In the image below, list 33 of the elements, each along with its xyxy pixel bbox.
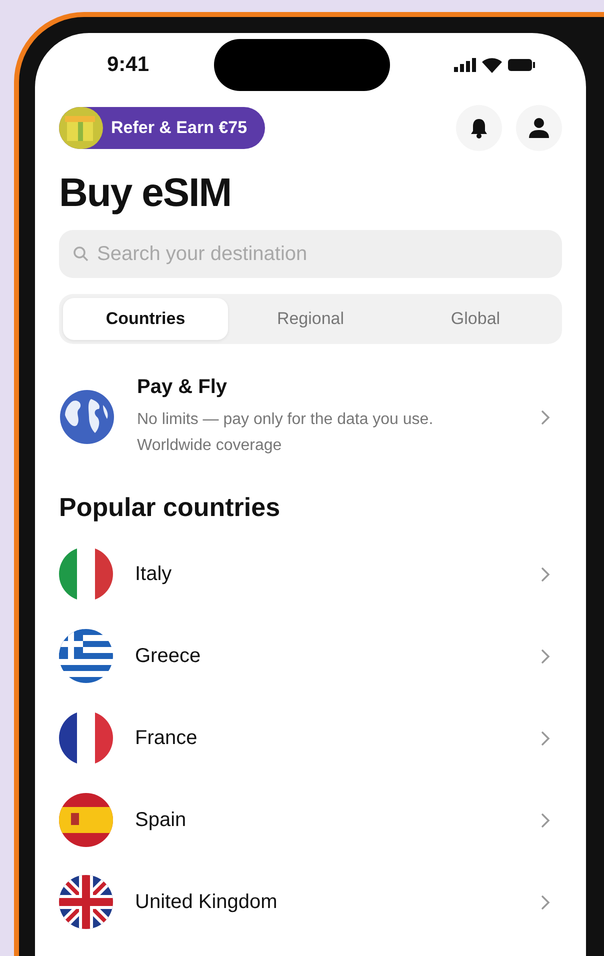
globe-icon (59, 389, 115, 446)
refer-earn-button[interactable]: Refer & Earn €75 (59, 107, 266, 149)
chevron-icon (541, 648, 550, 664)
chevron-icon (541, 410, 550, 425)
flag-icon (59, 629, 113, 684)
tab[interactable]: Global (393, 298, 558, 340)
flag-icon (59, 711, 113, 766)
pay-and-fly-title: Pay & Fly (137, 376, 228, 399)
bell-icon (469, 117, 489, 139)
notifications-button[interactable] (456, 105, 502, 151)
signal-icon (454, 58, 476, 72)
section-heading: Popular countries (59, 492, 282, 524)
battery-icon (508, 58, 536, 72)
tab[interactable]: Countries (63, 298, 228, 340)
gift-icon (59, 107, 103, 149)
chevron-icon (541, 812, 550, 828)
country-name[interactable]: France (135, 726, 519, 750)
page-title: Buy eSIM (59, 171, 232, 216)
country-name[interactable]: Greece (135, 644, 519, 668)
chevron-icon (541, 566, 550, 582)
status-time: 9:41 (107, 53, 150, 77)
person-icon (528, 117, 550, 139)
flag-icon (59, 547, 113, 602)
country-name[interactable]: United Kingdom (135, 890, 519, 914)
wifi-icon (482, 58, 502, 72)
country-name[interactable]: Italy (135, 562, 519, 586)
country-name[interactable]: Spain (135, 808, 519, 832)
profile-button[interactable] (516, 105, 562, 151)
chevron-icon (541, 894, 550, 910)
chevron-icon (541, 730, 550, 746)
pay-and-fly-description: No limits — pay only for the data you use. Worldwide coverage (137, 410, 434, 456)
search-field[interactable]: Search your destination (59, 230, 562, 278)
tab[interactable]: Regional (228, 298, 393, 340)
